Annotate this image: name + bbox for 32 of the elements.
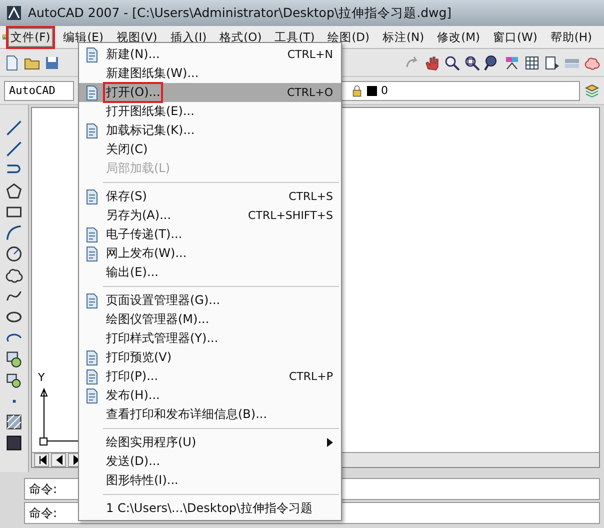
- menu-item-label: 绘图实用程序(U): [105, 434, 198, 451]
- menu-item-label: 打印预览(V): [105, 349, 173, 366]
- menu-item-label: 新建图纸集(W)...: [105, 65, 200, 82]
- menu-item-label: 局部加载(L): [105, 160, 172, 177]
- window-title: AutoCAD 2007 - [C:\Users\Administrator\Desktop\拉伸指令习题.dwg]: [28, 4, 452, 22]
- command-prompt: 命令:: [29, 504, 58, 522]
- layer-name: 0: [381, 84, 388, 97]
- shortcut-label: CTRL+SHIFT+S: [248, 209, 333, 222]
- menu-item-label: 电子传递(T)...: [105, 226, 184, 243]
- menu-item-label: 发送(D)...: [105, 453, 162, 470]
- shortcut-label: CTRL+S: [288, 190, 333, 203]
- y-axis-label: Y: [38, 371, 45, 384]
- menu-item-label: 新建(N)...: [105, 46, 161, 63]
- menu-item-label: 打印(P)...: [105, 368, 160, 385]
- menu-item-label: 页面设置管理器(G)...: [105, 292, 222, 309]
- menu-item-label: 打开(O)...: [105, 84, 162, 101]
- menu-item-label: 加载标记集(K)...: [105, 122, 196, 139]
- menu-item-label: 绘图仪管理器(M)...: [105, 311, 210, 328]
- shortcut-label: CTRL+P: [288, 370, 333, 383]
- menu-item-label: 1 C:\Users\...\Desktop\拉伸指令习题: [105, 500, 314, 517]
- menu-item-label: 关闭(C): [105, 141, 149, 158]
- menu-item-label: 保存(S): [105, 188, 148, 205]
- command-prompt: 命令:: [29, 480, 58, 498]
- menu-item-label: 查看打印和发布详细信息(B)...: [105, 406, 268, 423]
- menu-item-label: 输出(E)...: [105, 264, 160, 281]
- shortcut-label: CTRL+N: [287, 48, 333, 61]
- menu-item-label: 图形特性(I)...: [105, 472, 180, 489]
- menu-item-label: 网上发布(W)...: [105, 245, 188, 262]
- menu-item-label: 打印样式管理器(Y)...: [105, 330, 220, 347]
- menu-item-label: 另存为(A)...: [105, 207, 172, 224]
- menu-item-label: 打开图纸集(E)...: [105, 103, 196, 120]
- menu-item-label: 发布(H)...: [105, 387, 161, 404]
